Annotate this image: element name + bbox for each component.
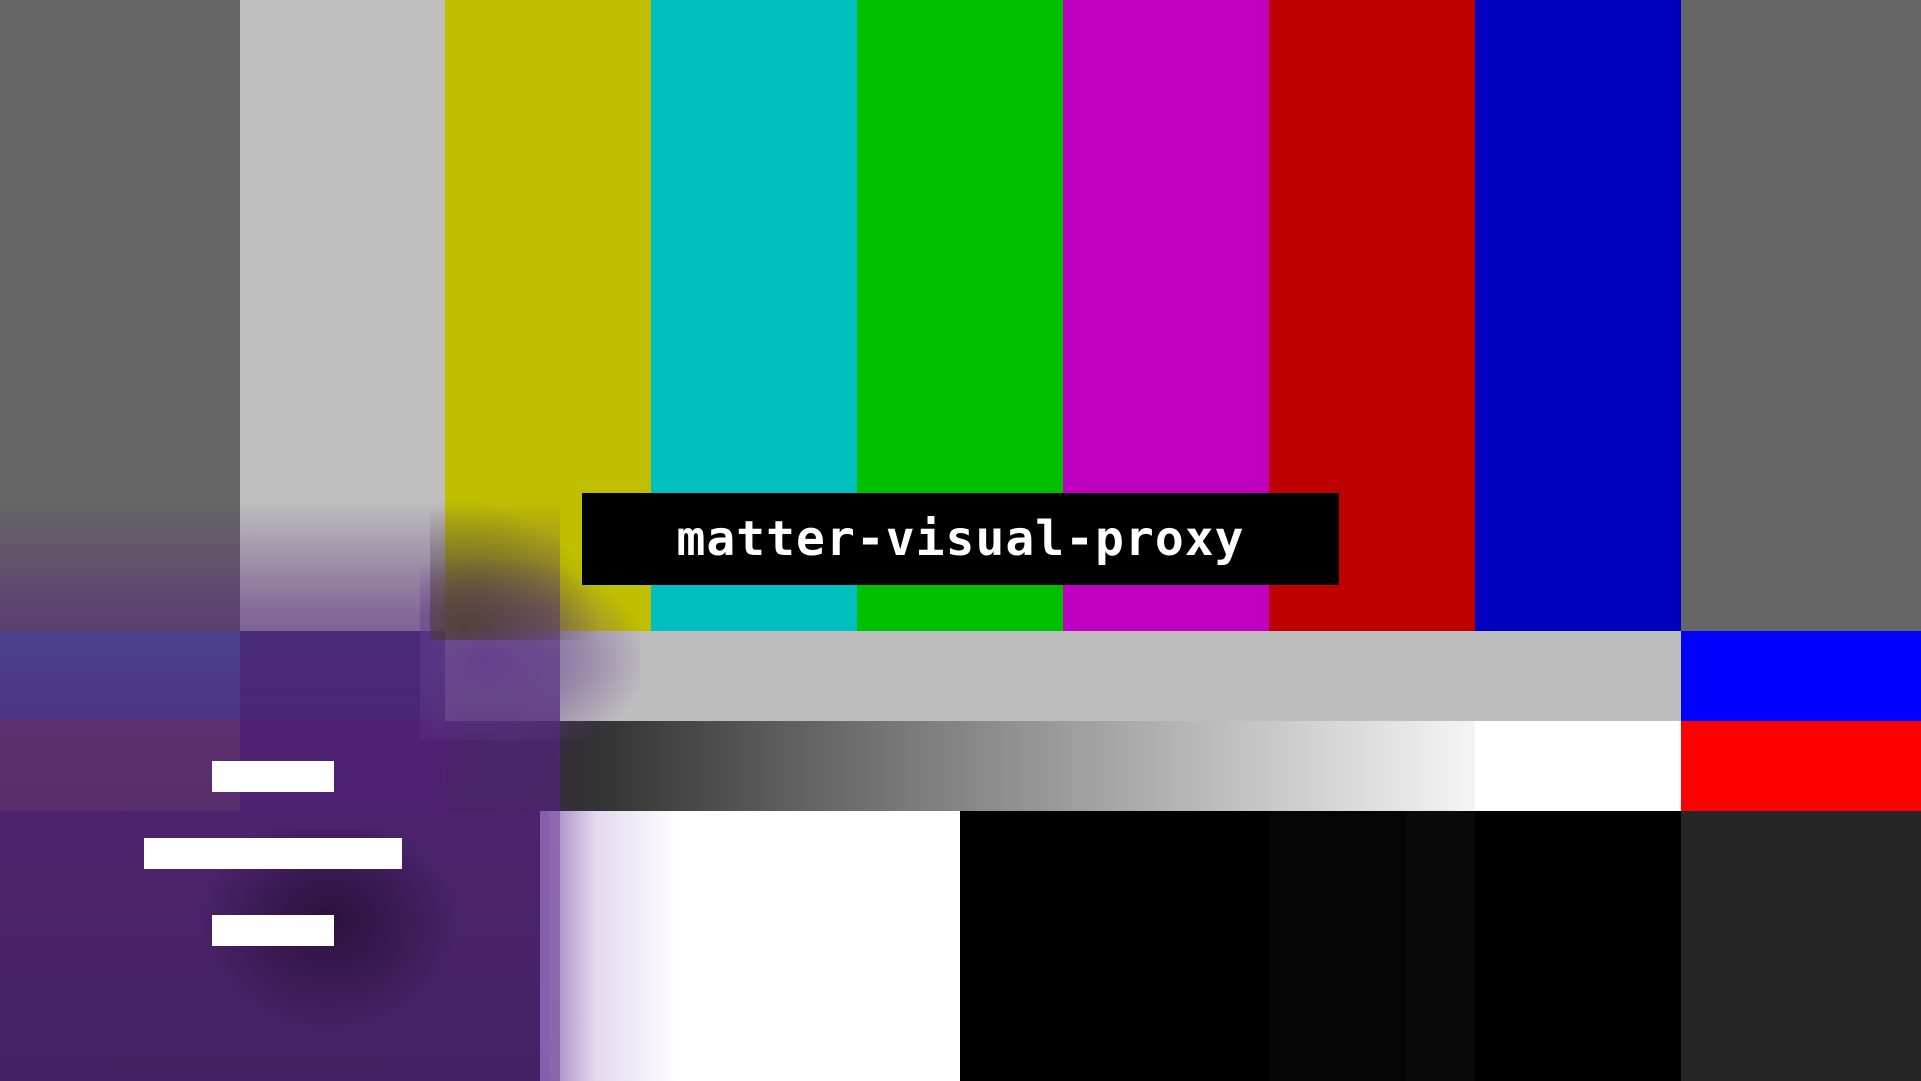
proxy-label-text: matter-visual-proxy: [676, 511, 1245, 567]
menu-dash-top: [212, 761, 334, 792]
test-card: matter-visual-proxy: [0, 0, 1921, 1081]
pluge-black-2: [1475, 811, 1681, 1081]
bar-blue: [1475, 0, 1681, 631]
white-edge-haze: [540, 811, 680, 1081]
dark-haze-spot: [430, 500, 600, 640]
row2-blue: [1681, 631, 1921, 721]
menu-dash-middle: [144, 838, 402, 869]
bar-gray-right: [1681, 0, 1921, 631]
row3-white: [1475, 721, 1681, 811]
proxy-label: matter-visual-proxy: [582, 493, 1339, 585]
pluge-near-black-1: [1269, 811, 1406, 1081]
row3-red: [1681, 721, 1921, 811]
pluge-black: [960, 811, 1269, 1081]
pluge-near-black-2: [1406, 811, 1475, 1081]
pluge-dark-gray: [1681, 811, 1921, 1081]
menu-dash-bottom: [212, 915, 334, 946]
